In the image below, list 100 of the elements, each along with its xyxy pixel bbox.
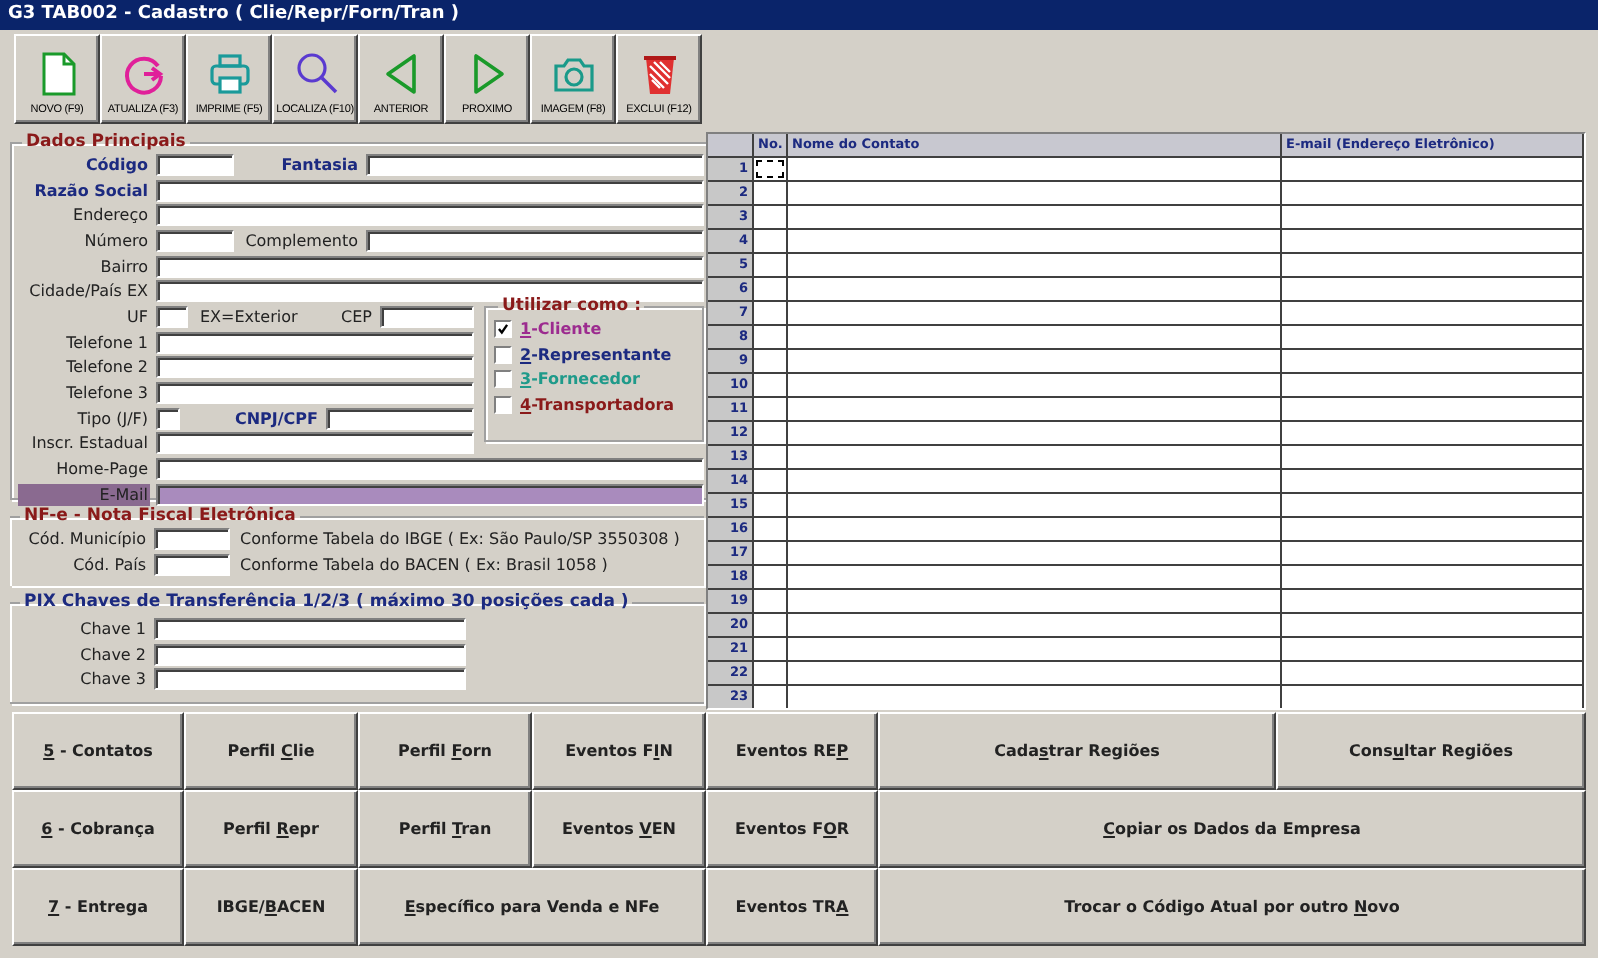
checkbox-label[interactable]: 2-Representante [520, 345, 672, 364]
table-cell[interactable] [1282, 158, 1582, 180]
table-cell[interactable] [1282, 662, 1582, 684]
text-field[interactable] [156, 458, 704, 481]
table-cell[interactable] [1282, 326, 1582, 348]
action-button[interactable]: 6 - Cobrança [12, 790, 184, 868]
table-cell[interactable] [754, 422, 786, 444]
text-field[interactable] [366, 153, 704, 176]
table-cell[interactable] [788, 494, 1280, 516]
action-button[interactable]: Cadastrar Regiões [878, 712, 1276, 790]
table-cell[interactable] [1282, 374, 1582, 396]
table-cell[interactable] [1282, 398, 1582, 420]
table-cell[interactable] [1282, 470, 1582, 492]
text-field[interactable] [366, 229, 704, 252]
text-field[interactable] [156, 179, 704, 202]
table-cell[interactable] [788, 662, 1280, 684]
table-cell[interactable] [788, 470, 1280, 492]
text-field[interactable] [154, 527, 230, 550]
text-field[interactable] [156, 382, 474, 405]
table-cell[interactable] [1282, 350, 1582, 372]
text-field[interactable] [156, 432, 474, 455]
table-cell[interactable] [788, 638, 1280, 660]
table-cell[interactable] [754, 206, 786, 228]
checkbox[interactable] [494, 345, 512, 364]
text-field[interactable] [156, 407, 180, 430]
action-button[interactable]: Consultar Regiões [1276, 712, 1586, 790]
action-button[interactable]: Perfil Forn [358, 712, 532, 790]
table-cell[interactable] [1282, 230, 1582, 252]
table-cell[interactable] [754, 302, 786, 324]
table-cell[interactable] [1282, 566, 1582, 588]
table-cell[interactable] [754, 494, 786, 516]
table-cell[interactable] [1282, 254, 1582, 276]
text-field[interactable] [154, 668, 466, 691]
table-cell[interactable] [754, 398, 786, 420]
table-cell[interactable] [788, 398, 1280, 420]
text-field[interactable] [156, 356, 474, 379]
table-cell[interactable] [754, 446, 786, 468]
action-button[interactable]: 5 - Contatos [12, 712, 184, 790]
table-cell[interactable] [754, 254, 786, 276]
text-field[interactable] [154, 643, 466, 666]
table-cell[interactable] [1282, 518, 1582, 540]
table-cell[interactable] [788, 206, 1280, 228]
table-cell[interactable] [754, 590, 786, 612]
table-cell[interactable] [1282, 590, 1582, 612]
text-field[interactable] [380, 305, 474, 328]
table-cell[interactable] [1282, 614, 1582, 636]
table-cell[interactable] [754, 518, 786, 540]
text-field[interactable] [156, 204, 704, 227]
action-button[interactable]: Copiar os Dados da Empresa [878, 790, 1586, 868]
table-cell[interactable] [754, 350, 786, 372]
table-cell[interactable] [1282, 542, 1582, 564]
action-button[interactable]: Perfil Tran [358, 790, 532, 868]
text-field[interactable] [156, 483, 704, 506]
table-cell[interactable] [754, 158, 786, 180]
table-cell[interactable] [788, 158, 1280, 180]
checkbox[interactable] [494, 395, 512, 414]
table-cell[interactable] [754, 638, 786, 660]
action-button[interactable]: Eventos VEN [532, 790, 706, 868]
table-cell[interactable] [788, 422, 1280, 444]
table-cell[interactable] [754, 662, 786, 684]
action-button[interactable]: Perfil Repr [184, 790, 358, 868]
table-cell[interactable] [754, 374, 786, 396]
table-cell[interactable] [788, 230, 1280, 252]
action-button[interactable]: IBGE/BACEN [184, 868, 358, 946]
table-cell[interactable] [1282, 638, 1582, 660]
table-cell[interactable] [788, 302, 1280, 324]
table-cell[interactable] [1282, 446, 1582, 468]
checkbox[interactable] [494, 370, 512, 389]
text-field[interactable] [156, 331, 474, 354]
checkbox-label[interactable]: 1-Cliente [520, 319, 602, 338]
text-field[interactable] [326, 407, 474, 430]
table-cell[interactable] [754, 542, 786, 564]
table-cell[interactable] [1282, 278, 1582, 300]
text-field[interactable] [156, 255, 704, 278]
table-cell[interactable] [1282, 686, 1582, 708]
table-cell[interactable] [754, 182, 786, 204]
action-button[interactable]: Eventos FIN [532, 712, 706, 790]
action-button[interactable]: Trocar o Código Atual por outro Novo [878, 868, 1586, 946]
table-cell[interactable] [1282, 206, 1582, 228]
table-cell[interactable] [1282, 302, 1582, 324]
table-cell[interactable] [788, 182, 1280, 204]
table-cell[interactable] [788, 614, 1280, 636]
action-button[interactable]: Perfil Clie [184, 712, 358, 790]
table-cell[interactable] [788, 374, 1280, 396]
table-cell[interactable] [788, 686, 1280, 708]
checkbox-label[interactable]: 4-Transportadora [520, 395, 675, 414]
action-button[interactable]: Específico para Venda e NFe [358, 868, 706, 946]
table-cell[interactable] [788, 350, 1280, 372]
table-cell[interactable] [1282, 422, 1582, 444]
text-field[interactable] [154, 617, 466, 640]
table-cell[interactable] [754, 470, 786, 492]
table-cell[interactable] [788, 518, 1280, 540]
table-cell[interactable] [788, 590, 1280, 612]
text-field[interactable] [156, 153, 234, 176]
table-cell[interactable] [788, 326, 1280, 348]
action-button[interactable]: Eventos REP [706, 712, 878, 790]
table-cell[interactable] [788, 254, 1280, 276]
action-button[interactable]: Eventos TRA [706, 868, 878, 946]
table-cell[interactable] [754, 278, 786, 300]
table-cell[interactable] [1282, 182, 1582, 204]
